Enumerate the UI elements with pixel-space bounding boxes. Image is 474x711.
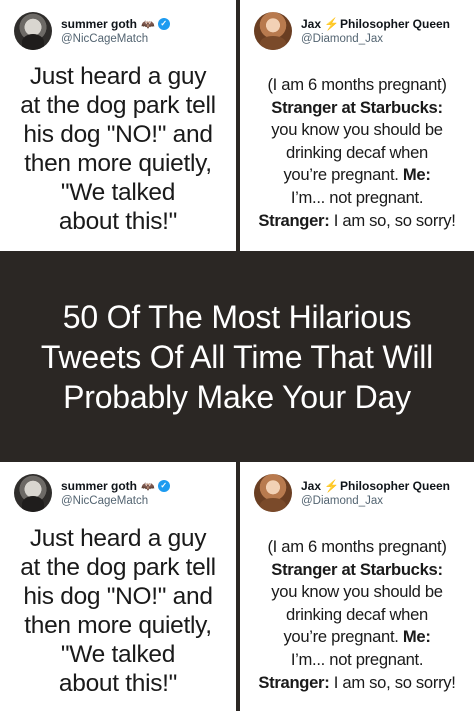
tweet-line: then more quietly, [24, 150, 212, 177]
bat-cat-icon: 🦇 [141, 18, 155, 31]
tweet-line: I am so, so sorry! [333, 672, 456, 692]
tweet-line: then more quietly, [24, 612, 212, 639]
tweet-card-summer-top: summer goth 🦇 ✓ @NicCageMatch Just heard… [0, 0, 236, 251]
tweet-line-bold: Stranger: [258, 210, 330, 230]
lightning-bolt-icon: ⚡ [324, 17, 339, 31]
tweet-text: (I am 6 months pregnant) Stranger at Sta… [246, 536, 468, 694]
author-block: summer goth 🦇 ✓ @NicCageMatch [61, 17, 170, 45]
tweet-line: I am so, so sorry! [333, 210, 456, 230]
tweet-line-bold: Stranger at Starbucks: [271, 559, 443, 579]
tweet-card-summer-bottom: summer goth 🦇 ✓ @NicCageMatch Just heard… [0, 462, 236, 711]
tweet-line: you know you should be [271, 582, 443, 602]
tweet-card-jax-top: Jax ⚡ Philosopher Queen @Diamond_Jax (I … [240, 0, 474, 251]
tweet-line: his dog "NO!" and [23, 121, 213, 148]
tweet-header: Jax ⚡ Philosopher Queen @Diamond_Jax [254, 12, 450, 50]
tweet-line-bold: Stranger at Starbucks: [271, 97, 443, 117]
avatar[interactable] [254, 474, 292, 512]
tweet-line: "We talked [60, 641, 176, 668]
author-name-suffix: Philosopher Queen [339, 479, 450, 493]
lightning-bolt-icon: ⚡ [324, 479, 339, 493]
author-name[interactable]: summer goth [61, 479, 137, 493]
author-handle[interactable]: @Diamond_Jax [301, 495, 450, 507]
author-block: Jax ⚡ Philosopher Queen @Diamond_Jax [301, 17, 450, 45]
author-name-suffix: Philosopher Queen [339, 17, 450, 31]
avatar[interactable] [14, 12, 52, 50]
author-name[interactable]: summer goth [61, 17, 137, 31]
tweet-text: Just heard a guy at the dog park tell hi… [8, 524, 228, 698]
tweet-line: you’re pregnant. [283, 165, 399, 185]
tweet-line: at the dog park tell [20, 554, 216, 581]
tweet-line: Just heard a guy [29, 525, 207, 552]
author-block: Jax ⚡ Philosopher Queen @Diamond_Jax [301, 479, 450, 507]
tweet-card-jax-bottom: Jax ⚡ Philosopher Queen @Diamond_Jax (I … [240, 462, 474, 711]
page-title: 50 Of The Most Hilarious Tweets Of All T… [40, 298, 434, 415]
tweet-line: drinking decaf when [286, 142, 428, 162]
tweet-header: summer goth 🦇 ✓ @NicCageMatch [14, 12, 170, 50]
tweet-line-bold: Me: [402, 627, 431, 647]
tweet-line: (I am 6 months pregnant) [267, 537, 447, 556]
tweet-line: drinking decaf when [286, 604, 428, 624]
author-handle[interactable]: @NicCageMatch [61, 33, 170, 45]
bat-cat-icon: 🦇 [141, 480, 155, 493]
tweet-line: (I am 6 months pregnant) [267, 75, 447, 94]
author-name[interactable]: Jax [301, 17, 321, 31]
avatar[interactable] [254, 12, 292, 50]
tweet-line: his dog "NO!" and [23, 583, 213, 610]
author-block: summer goth 🦇 ✓ @NicCageMatch [61, 479, 170, 507]
tweet-line: about this!" [58, 670, 178, 697]
tweet-text: (I am 6 months pregnant) Stranger at Sta… [246, 74, 468, 232]
author-handle[interactable]: @Diamond_Jax [301, 33, 450, 45]
tweet-header: summer goth 🦇 ✓ @NicCageMatch [14, 474, 170, 512]
verified-badge-icon: ✓ [157, 18, 170, 30]
tweet-line: you’re pregnant. [283, 627, 399, 647]
author-handle[interactable]: @NicCageMatch [61, 495, 170, 507]
tweet-line: you know you should be [271, 120, 443, 140]
author-name[interactable]: Jax [301, 479, 321, 493]
verified-badge-icon: ✓ [157, 480, 170, 492]
tweet-line: about this!" [58, 208, 178, 235]
tweet-line: "We talked [60, 179, 176, 206]
tweet-line: I’m... not pregnant. [290, 187, 424, 207]
tweet-line: I’m... not pregnant. [290, 649, 424, 669]
avatar[interactable] [14, 474, 52, 512]
tweet-header: Jax ⚡ Philosopher Queen @Diamond_Jax [254, 474, 450, 512]
tweet-line: Just heard a guy [29, 63, 207, 90]
tweet-line: at the dog park tell [20, 92, 216, 119]
title-banner: 50 Of The Most Hilarious Tweets Of All T… [0, 251, 474, 462]
tweet-text: Just heard a guy at the dog park tell hi… [8, 62, 228, 236]
tweet-line-bold: Stranger: [258, 672, 330, 692]
tweet-line-bold: Me: [402, 165, 431, 185]
